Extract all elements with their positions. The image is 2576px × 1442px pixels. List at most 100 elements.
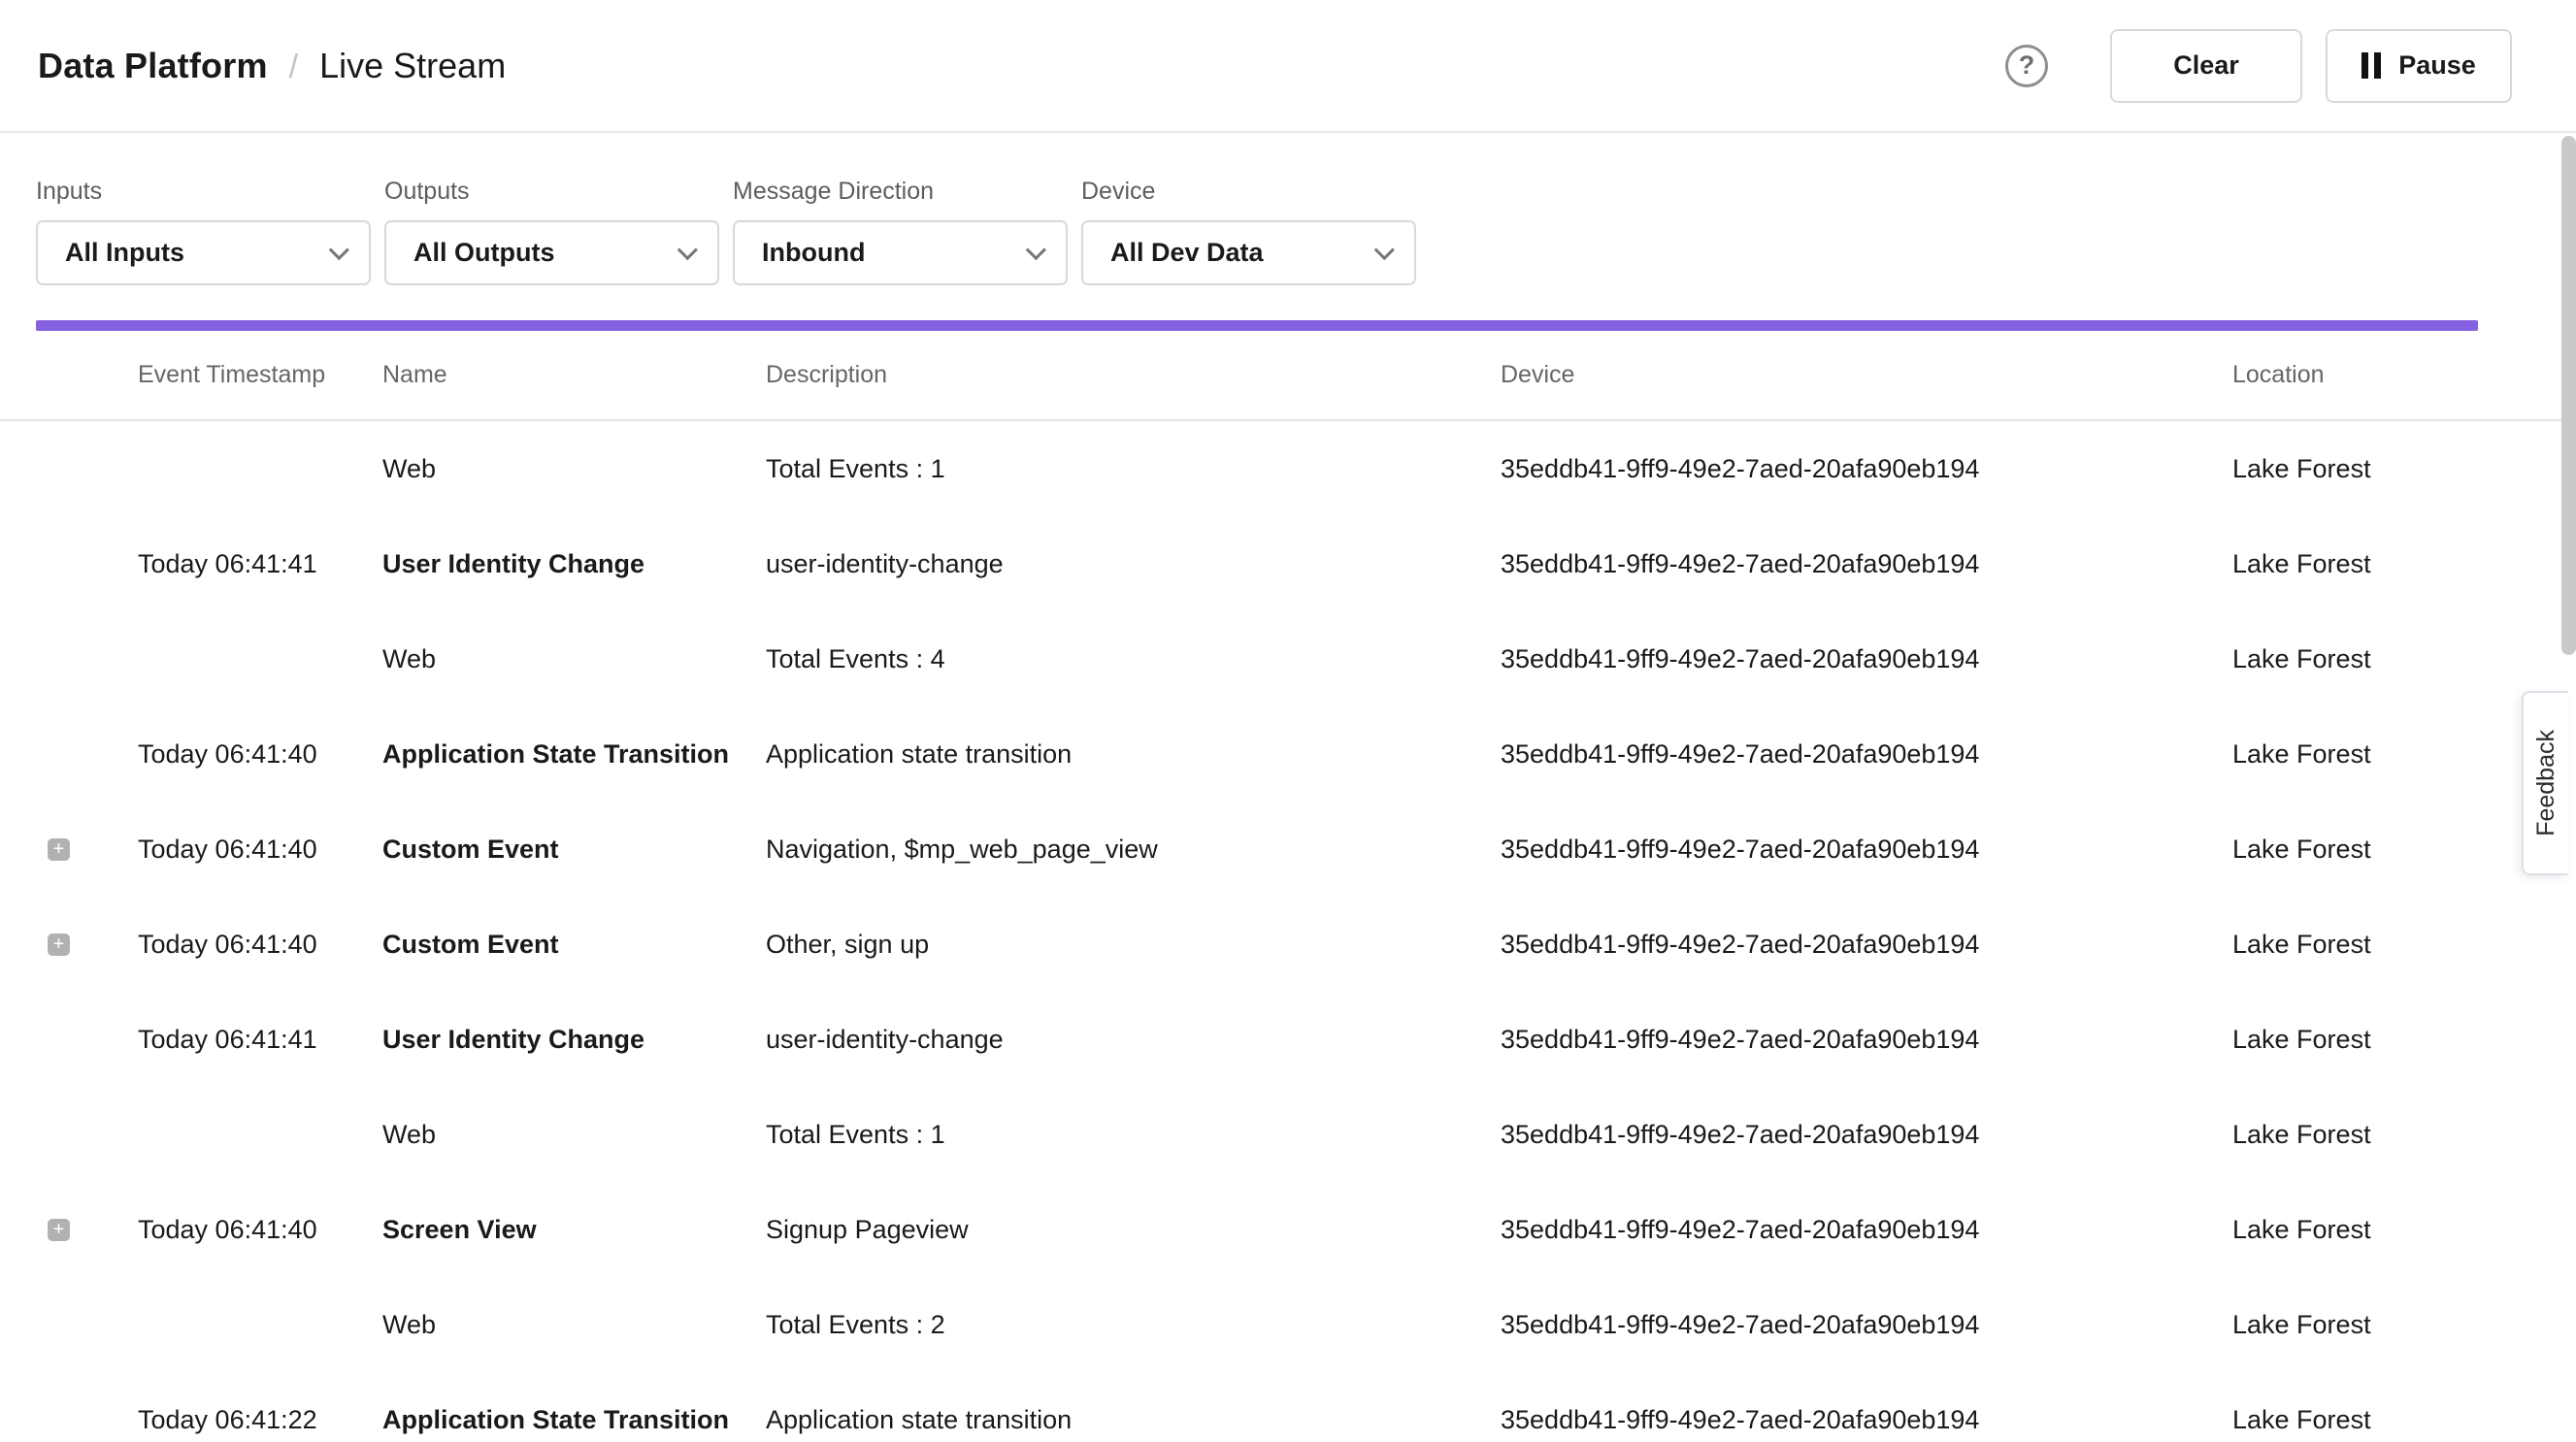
description-cell: Total Events : 2 [766, 1310, 1501, 1340]
timestamp-cell: Today 06:41:40 [138, 1215, 382, 1245]
filter-message-direction-label: Message Direction [733, 178, 1068, 206]
location-cell: Lake Forest [2232, 1215, 2576, 1245]
expand-cell: + [0, 1409, 138, 1431]
column-event-timestamp: Event Timestamp [138, 361, 382, 389]
timestamp-cell: Today 06:41:40 [138, 835, 382, 865]
expand-cell: + [0, 743, 138, 766]
column-name: Name [382, 361, 766, 389]
outputs-dropdown[interactable]: All Outputs [384, 220, 719, 285]
description-cell: Navigation, $mp_web_page_view [766, 835, 1501, 865]
location-cell: Lake Forest [2232, 1120, 2576, 1150]
pause-button[interactable]: Pause [2326, 29, 2512, 103]
table-row[interactable]: + Web Total Events : 2 35eddb41-9ff9-49e… [0, 1277, 2576, 1372]
column-description: Description [766, 361, 1501, 389]
name-cell: Custom Event [382, 835, 766, 865]
device-cell: 35eddb41-9ff9-49e2-7aed-20afa90eb194 [1501, 1310, 2232, 1340]
accent-bar [36, 320, 2478, 331]
location-cell: Lake Forest [2232, 454, 2576, 484]
table-row[interactable]: + Today 06:41:40 Custom Event Navigation… [0, 802, 2576, 897]
description-cell: Total Events : 1 [766, 1120, 1501, 1150]
feedback-tab-label: Feedback [2532, 730, 2560, 836]
table-row[interactable]: + Today 06:41:41 User Identity Change us… [0, 992, 2576, 1087]
location-cell: Lake Forest [2232, 644, 2576, 674]
device-dropdown-value: All Dev Data [1110, 238, 1264, 268]
device-cell: 35eddb41-9ff9-49e2-7aed-20afa90eb194 [1501, 835, 2232, 865]
description-cell: Other, sign up [766, 930, 1501, 960]
table-row[interactable]: + Web Total Events : 1 35eddb41-9ff9-49e… [0, 421, 2576, 516]
name-cell: Custom Event [382, 930, 766, 960]
chevron-down-icon [1026, 240, 1046, 260]
inputs-dropdown[interactable]: All Inputs [36, 220, 371, 285]
message-direction-dropdown-value: Inbound [762, 238, 865, 268]
breadcrumb: Data Platform / Live Stream [38, 46, 506, 86]
breadcrumb-section[interactable]: Data Platform [38, 46, 268, 86]
table-row[interactable]: + Today 06:41:40 Custom Event Other, sig… [0, 897, 2576, 992]
page-title: Live Stream [319, 46, 506, 86]
table-row[interactable]: + Today 06:41:22 Application State Trans… [0, 1372, 2576, 1442]
name-cell: Screen View [382, 1215, 766, 1245]
filter-message-direction: Message Direction Inbound [733, 178, 1068, 285]
name-cell: Application State Transition [382, 739, 766, 770]
table-row[interactable]: + Today 06:41:40 Screen View Signup Page… [0, 1182, 2576, 1277]
expand-cell: + [0, 648, 138, 671]
expand-cell: + [0, 1219, 138, 1241]
location-cell: Lake Forest [2232, 1025, 2576, 1055]
breadcrumb-separator: / [289, 49, 298, 86]
expand-cell: + [0, 934, 138, 956]
filter-inputs: Inputs All Inputs [36, 178, 371, 285]
table-row[interactable]: + Web Total Events : 4 35eddb41-9ff9-49e… [0, 611, 2576, 706]
name-cell: User Identity Change [382, 549, 766, 579]
pause-icon [2361, 52, 2381, 79]
chevron-down-icon [1374, 240, 1395, 260]
table-row[interactable]: + Today 06:41:41 User Identity Change us… [0, 516, 2576, 611]
description-cell: user-identity-change [766, 1025, 1501, 1055]
column-device: Device [1501, 361, 2232, 389]
timestamp-cell: Today 06:41:40 [138, 930, 382, 960]
name-cell: Web [382, 1310, 766, 1340]
device-cell: 35eddb41-9ff9-49e2-7aed-20afa90eb194 [1501, 1120, 2232, 1150]
description-cell: Total Events : 1 [766, 454, 1501, 484]
table-row[interactable]: + Today 06:41:40 Application State Trans… [0, 706, 2576, 802]
device-dropdown[interactable]: All Dev Data [1081, 220, 1416, 285]
description-cell: Signup Pageview [766, 1215, 1501, 1245]
filter-outputs: Outputs All Outputs [384, 178, 719, 285]
help-icon[interactable]: ? [2005, 45, 2048, 87]
filter-device: Device All Dev Data [1081, 178, 1416, 285]
location-cell: Lake Forest [2232, 549, 2576, 579]
filter-device-label: Device [1081, 178, 1416, 206]
device-cell: 35eddb41-9ff9-49e2-7aed-20afa90eb194 [1501, 644, 2232, 674]
outputs-dropdown-value: All Outputs [413, 238, 554, 268]
filter-outputs-label: Outputs [384, 178, 719, 206]
location-cell: Lake Forest [2232, 1405, 2576, 1435]
location-cell: Lake Forest [2232, 1310, 2576, 1340]
expand-icon[interactable]: + [48, 934, 70, 956]
feedback-tab[interactable]: Feedback [2522, 691, 2568, 875]
table-header: Event Timestamp Name Description Device … [0, 331, 2576, 421]
page-header: Data Platform / Live Stream ? Clear Paus… [0, 0, 2576, 133]
expand-icon[interactable]: + [48, 1219, 70, 1241]
expand-icon[interactable]: + [48, 838, 70, 861]
device-cell: 35eddb41-9ff9-49e2-7aed-20afa90eb194 [1501, 1025, 2232, 1055]
chevron-down-icon [329, 240, 349, 260]
name-cell: Web [382, 454, 766, 484]
description-cell: user-identity-change [766, 549, 1501, 579]
expand-cell: + [0, 1124, 138, 1146]
name-cell: Application State Transition [382, 1405, 766, 1435]
message-direction-dropdown[interactable]: Inbound [733, 220, 1068, 285]
device-cell: 35eddb41-9ff9-49e2-7aed-20afa90eb194 [1501, 739, 2232, 770]
column-location: Location [2232, 361, 2576, 389]
expand-cell: + [0, 1029, 138, 1051]
timestamp-cell: Today 06:41:41 [138, 1025, 382, 1055]
filter-bar: Inputs All Inputs Outputs All Outputs Me… [0, 133, 2576, 285]
table-row[interactable]: + Web Total Events : 1 35eddb41-9ff9-49e… [0, 1087, 2576, 1182]
timestamp-cell: Today 06:41:41 [138, 549, 382, 579]
clear-button[interactable]: Clear [2110, 29, 2302, 103]
table-body: + Web Total Events : 1 35eddb41-9ff9-49e… [0, 421, 2576, 1442]
timestamp-cell: Today 06:41:22 [138, 1405, 382, 1435]
name-cell: Web [382, 644, 766, 674]
device-cell: 35eddb41-9ff9-49e2-7aed-20afa90eb194 [1501, 454, 2232, 484]
device-cell: 35eddb41-9ff9-49e2-7aed-20afa90eb194 [1501, 549, 2232, 579]
scrollbar-thumb[interactable] [2561, 136, 2576, 655]
expand-cell: + [0, 458, 138, 480]
filter-inputs-label: Inputs [36, 178, 371, 206]
